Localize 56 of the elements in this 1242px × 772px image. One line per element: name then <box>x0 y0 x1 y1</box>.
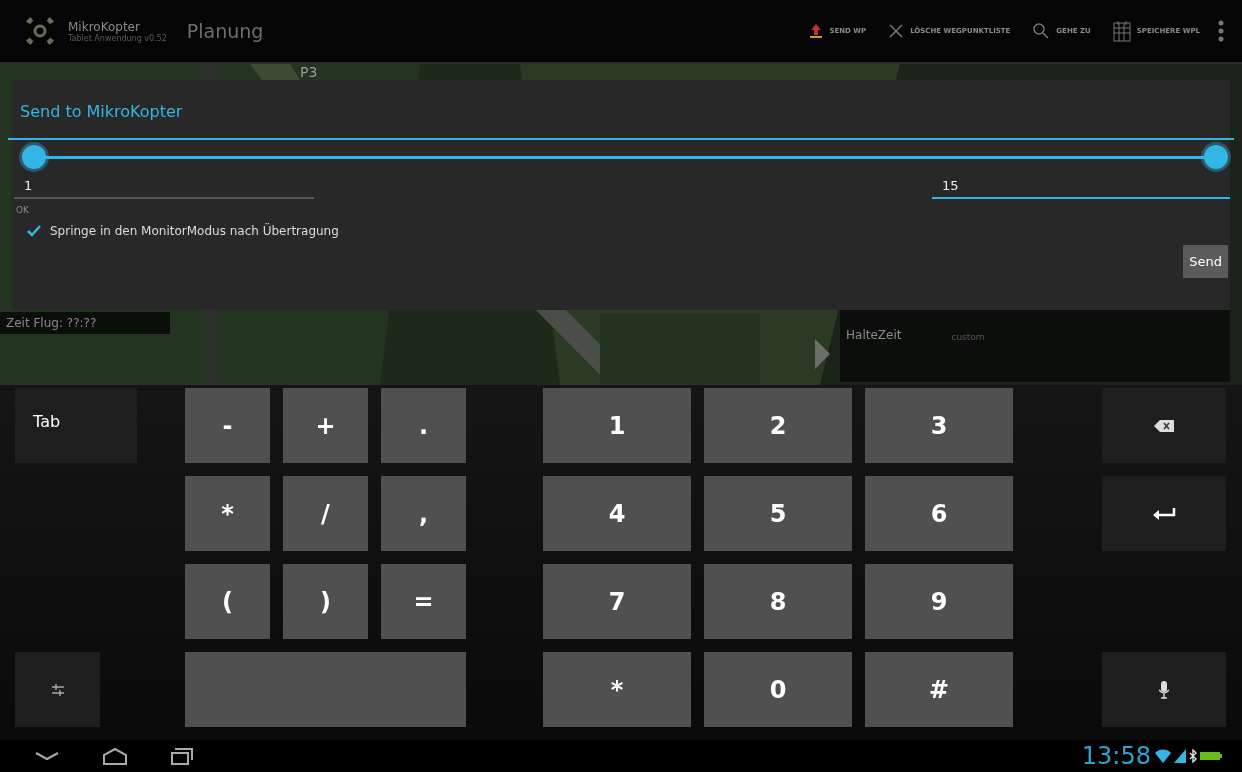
close-icon <box>888 23 905 39</box>
backspace-icon <box>1154 419 1174 432</box>
screen-title: Planung <box>186 20 264 42</box>
bluetooth-icon <box>1189 749 1197 763</box>
keyboard-key[interactable]: 2 <box>704 388 852 463</box>
keyboard-key[interactable]: 7 <box>543 564 691 639</box>
keyboard-key[interactable]: . <box>381 388 466 463</box>
keyboard-key[interactable]: = <box>381 564 466 639</box>
upload-icon <box>809 23 824 39</box>
hold-time-label: HalteZeit <box>846 328 902 342</box>
keyboard-key[interactable]: 5 <box>704 476 852 551</box>
search-icon <box>1032 22 1051 40</box>
dialog-title: Send to MikroKopter <box>8 80 1234 140</box>
back-button[interactable] <box>34 750 60 762</box>
keyboard-key[interactable]: * <box>543 652 691 727</box>
keyboard-key[interactable]: 0 <box>704 652 852 727</box>
keyboard-key[interactable]: 6 <box>865 476 1013 551</box>
checkbox[interactable] <box>26 223 42 239</box>
flight-time: Zeit Flug: ??:?? <box>0 312 170 334</box>
keyboard-key[interactable]: # <box>865 652 1013 727</box>
checkbox-label: Springe in den MonitorModus nach Übertragung <box>50 224 339 238</box>
status-text: OK <box>15 204 30 215</box>
battery-icon <box>1200 751 1222 761</box>
app-name: MikroKopter <box>68 19 140 34</box>
recent-apps-button[interactable] <box>170 747 194 765</box>
keyboard-key[interactable]: / <box>283 476 368 551</box>
backspace-key[interactable] <box>1102 388 1226 463</box>
wifi-icon <box>1155 749 1171 763</box>
slider-thumb[interactable] <box>22 145 46 169</box>
slider-thumb[interactable] <box>1204 145 1228 169</box>
keyboard-key[interactable]: 3 <box>865 388 1013 463</box>
number-field[interactable]: 1 <box>14 176 314 199</box>
clock: 13:58 <box>1081 742 1151 770</box>
hold-time-value: custom <box>951 331 985 342</box>
enter-icon <box>1152 506 1176 521</box>
keyboard-key[interactable]: 4 <box>543 476 691 551</box>
calendar-icon <box>1112 20 1131 42</box>
home-button[interactable] <box>102 747 128 765</box>
signal-icon <box>1174 749 1186 763</box>
app-subtitle: Tablet Anwendung v0.52 <box>68 33 167 43</box>
sliders-icon <box>51 683 64 696</box>
keyboard-key[interactable]: 8 <box>704 564 852 639</box>
waypoint-label: P3 <box>300 64 318 80</box>
keyboard-key[interactable]: 9 <box>865 564 1013 639</box>
send-button[interactable]: Send <box>1183 245 1228 278</box>
keyboard-key[interactable]: ( <box>185 564 270 639</box>
keyboard-key[interactable]: - <box>185 388 270 463</box>
keyboard-key[interactable]: 1 <box>543 388 691 463</box>
keyboard-key[interactable]: ) <box>283 564 368 639</box>
number-field[interactable]: 15 <box>932 176 1230 199</box>
keyboard-key[interactable]: + <box>283 388 368 463</box>
keyboard-key[interactable]: , <box>381 476 466 551</box>
keyboard-key[interactable]: * <box>185 476 270 551</box>
overflow-menu-icon[interactable] <box>1218 20 1224 42</box>
microphone-icon <box>1159 680 1169 699</box>
tab-key[interactable]: Tab <box>15 388 137 463</box>
